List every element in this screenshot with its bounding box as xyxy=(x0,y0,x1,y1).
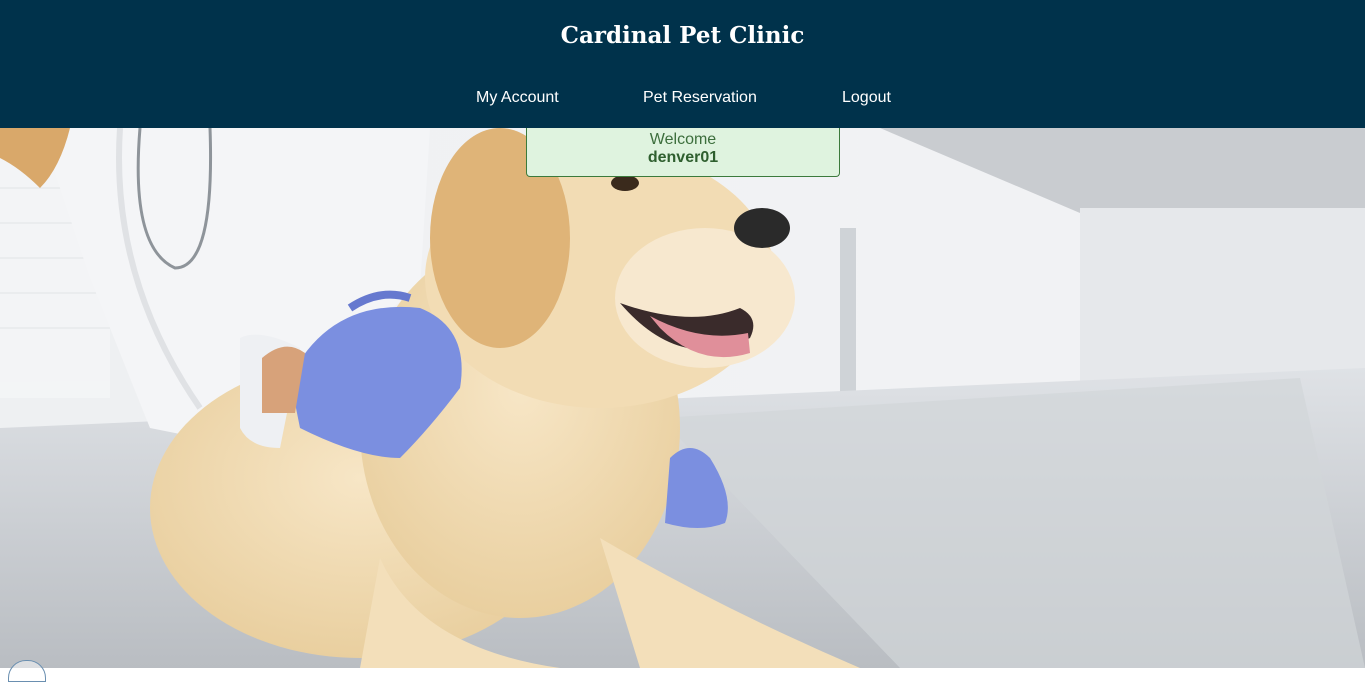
nav-my-account[interactable]: My Account xyxy=(476,88,559,108)
site-header: Cardinal Pet Clinic My Account Pet Reser… xyxy=(0,0,1365,128)
welcome-label: Welcome xyxy=(649,131,717,148)
nav-pet-reservation[interactable]: Pet Reservation xyxy=(643,88,757,108)
hero-illustration xyxy=(0,128,1365,668)
welcome-banner: Welcome denver01 xyxy=(526,128,840,177)
nav-logout[interactable]: Logout xyxy=(842,88,891,108)
hero-image xyxy=(0,128,1365,668)
site-title: Cardinal Pet Clinic xyxy=(560,22,805,49)
welcome-username: denver01 xyxy=(647,149,719,166)
